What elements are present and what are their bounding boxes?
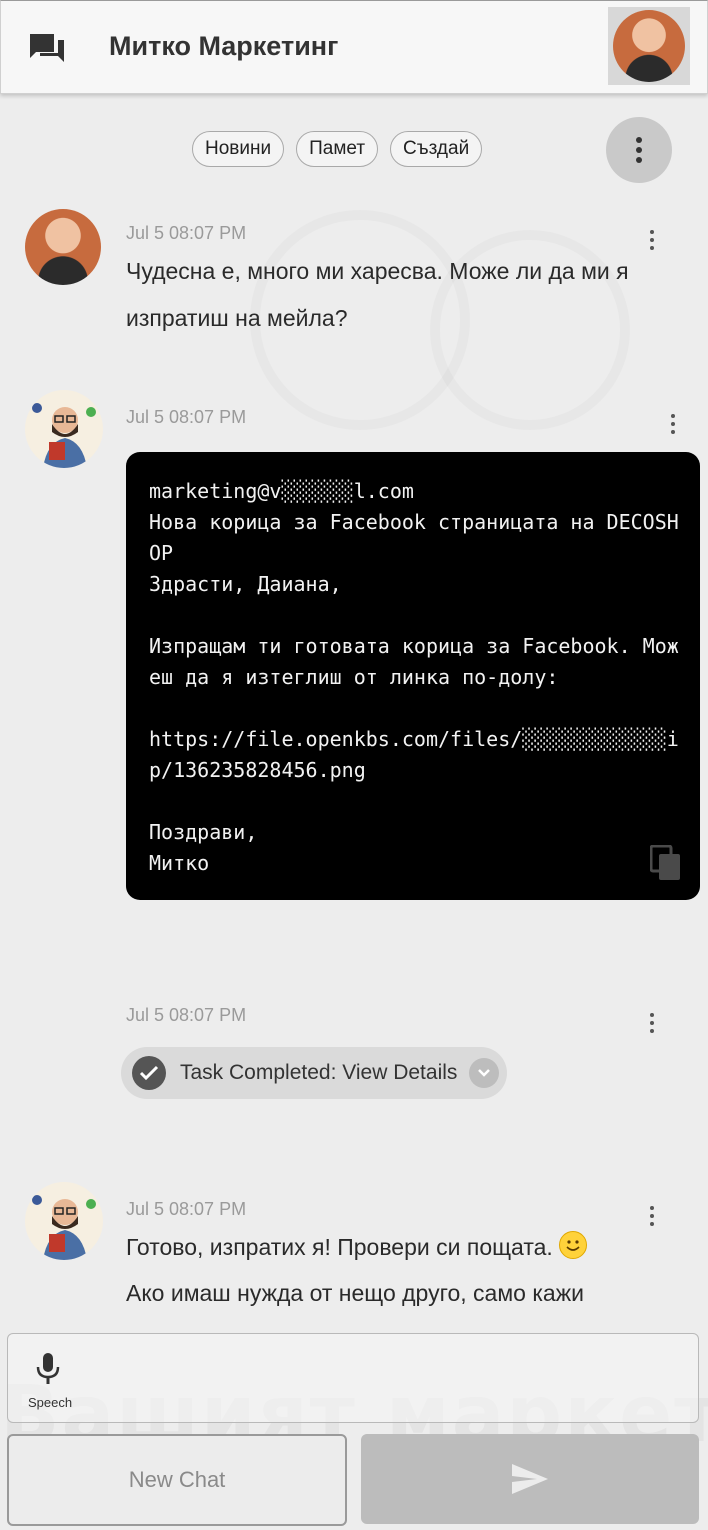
task-completed-button[interactable]: Task Completed: View Details bbox=[121, 1047, 507, 1099]
more-vert-icon bbox=[671, 414, 675, 434]
message-timestamp: Jul 5 08:07 PM bbox=[126, 1005, 247, 1025]
task-label: Task Completed: View Details bbox=[180, 1061, 458, 1084]
message-text-line: Готово, изпратих я! Провери си пощата. bbox=[126, 1227, 686, 1267]
message-text: Ако имаш нужда от нещо друго, само кажи bbox=[126, 1280, 584, 1306]
more-vert-icon bbox=[636, 137, 642, 163]
speech-button[interactable]: Speech bbox=[28, 1352, 73, 1410]
user-avatar[interactable] bbox=[608, 7, 690, 85]
avatar bbox=[25, 390, 103, 468]
message-menu-button[interactable] bbox=[650, 230, 654, 250]
new-chat-button[interactable]: New Chat bbox=[7, 1434, 347, 1526]
message-text: изпратиш на мейла? bbox=[126, 305, 348, 331]
app-header: Митко Маркетинг bbox=[0, 0, 708, 94]
code-block: marketing@v░░░░░░l.com Нова корица за Fa… bbox=[126, 452, 700, 900]
speech-label: Speech bbox=[28, 1395, 73, 1410]
chip-memory[interactable]: Памет bbox=[296, 131, 379, 167]
smile-emoji-icon bbox=[559, 1231, 588, 1259]
user-message-avatar bbox=[25, 209, 101, 285]
assistant-avatar bbox=[25, 390, 103, 468]
message-input[interactable]: Speech bbox=[7, 1333, 699, 1423]
message-timestamp: Jul 5 08:07 PM bbox=[126, 1199, 247, 1219]
check-circle-icon bbox=[132, 1056, 166, 1090]
message-menu-button[interactable] bbox=[650, 1013, 654, 1033]
more-vert-icon bbox=[650, 1206, 654, 1226]
assistant-avatar bbox=[25, 1182, 103, 1260]
send-button[interactable] bbox=[361, 1434, 699, 1524]
message-text: Готово, изпратих я! Провери си пощата. bbox=[126, 1234, 553, 1260]
page-title: Митко Маркетинг bbox=[109, 31, 339, 61]
message-text: Чудесна е, много ми харесва. Може ли да … bbox=[126, 258, 629, 284]
message-timestamp: Jul 5 08:07 PM bbox=[126, 407, 247, 427]
more-options-button[interactable] bbox=[606, 117, 672, 183]
chip-news[interactable]: Новини bbox=[192, 131, 285, 167]
avatar bbox=[25, 1182, 103, 1260]
code-text: marketing@v░░░░░░l.com Нова корица за Fa… bbox=[149, 479, 679, 875]
message-timestamp: Jul 5 08:07 PM bbox=[126, 223, 247, 243]
microphone-icon bbox=[36, 1353, 60, 1384]
chip-create[interactable]: Създай bbox=[390, 131, 483, 167]
chevron-down-icon bbox=[469, 1058, 500, 1088]
quick-actions: Новини Памет Създай bbox=[192, 131, 483, 167]
more-vert-icon bbox=[650, 1013, 654, 1033]
avatar bbox=[25, 209, 101, 285]
forum-icon[interactable] bbox=[27, 31, 67, 67]
message-menu-button[interactable] bbox=[671, 414, 675, 434]
more-vert-icon bbox=[650, 230, 654, 250]
avatar bbox=[613, 10, 685, 82]
copy-icon[interactable] bbox=[649, 844, 682, 881]
message-menu-button[interactable] bbox=[650, 1206, 654, 1226]
send-icon bbox=[512, 1464, 548, 1494]
